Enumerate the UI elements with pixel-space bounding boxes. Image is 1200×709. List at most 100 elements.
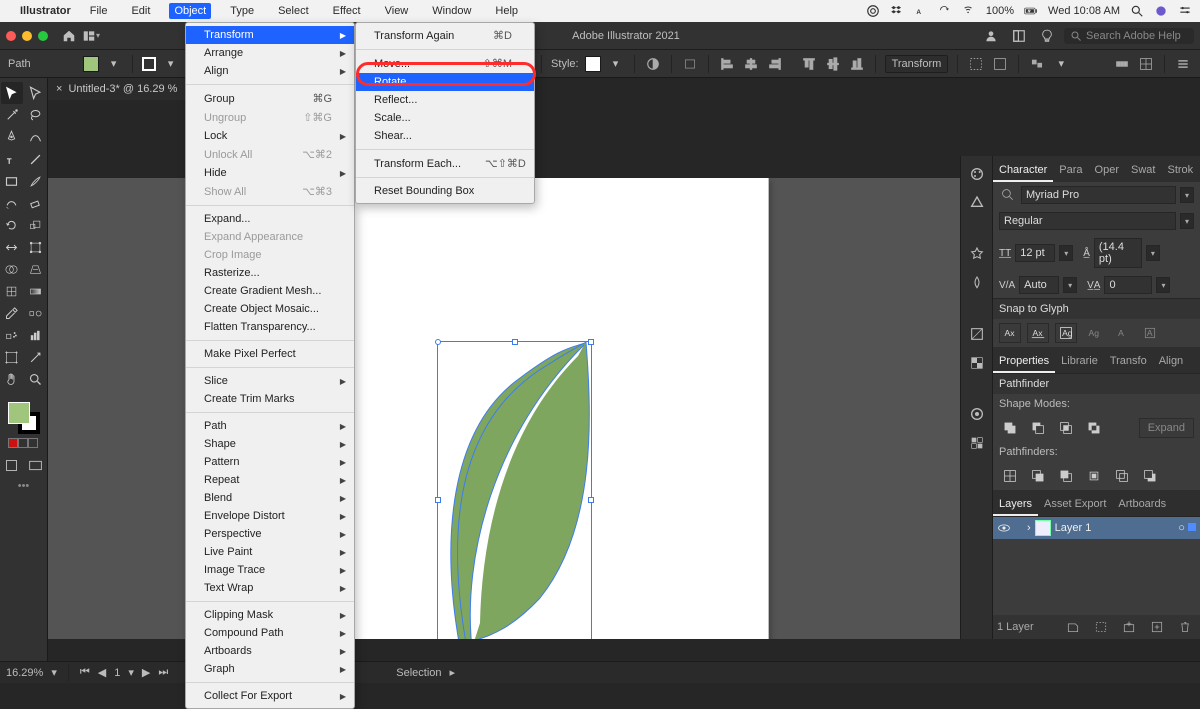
merge-icon[interactable] <box>1055 466 1077 486</box>
menuitem-image-trace[interactable]: Image Trace <box>186 561 354 579</box>
locate-layer-icon[interactable] <box>1062 617 1084 637</box>
tab-properties[interactable]: Properties <box>993 351 1055 373</box>
type-tool[interactable]: T <box>1 148 23 170</box>
menuitem-lock[interactable]: Lock <box>186 127 354 145</box>
zoom-window[interactable] <box>38 31 48 41</box>
panel-menu-icon[interactable] <box>1174 55 1192 73</box>
graphic-styles-panel-icon[interactable] <box>969 435 985 454</box>
menuitem-clipping-mask[interactable]: Clipping Mask <box>186 606 354 624</box>
line-tool[interactable] <box>25 148 47 170</box>
artboard-back[interactable]: ◀ <box>98 666 106 679</box>
hand-tool[interactable] <box>1 368 23 390</box>
menuitem-slice[interactable]: Slice <box>186 372 354 390</box>
tab-asset-export[interactable]: Asset Export <box>1038 494 1112 516</box>
menuitem-move-[interactable]: Move...⇧⌘M <box>356 54 534 73</box>
selection-tool[interactable] <box>1 82 23 104</box>
cc-icon[interactable] <box>866 4 880 18</box>
menuitem-group[interactable]: Group⌘G <box>186 89 354 108</box>
intersect-icon[interactable] <box>1055 418 1077 438</box>
tab-swat[interactable]: Swat <box>1125 160 1161 182</box>
menuitem-create-gradient-mesh-[interactable]: Create Gradient Mesh... <box>186 282 354 300</box>
tab-layers[interactable]: Layers <box>993 494 1038 516</box>
fill-swatch[interactable] <box>83 56 99 72</box>
shaper-tool[interactable] <box>1 192 23 214</box>
menuitem-transform[interactable]: Transform <box>186 26 354 44</box>
align-right-icon[interactable] <box>766 55 784 73</box>
zoom-tool[interactable] <box>25 368 47 390</box>
slice-tool[interactable] <box>25 346 47 368</box>
edit-toolbar[interactable]: ••• <box>18 480 30 492</box>
font-family-dd[interactable] <box>1180 187 1194 203</box>
menuitem-reflect-[interactable]: Reflect... <box>356 91 534 109</box>
artboard-tool[interactable] <box>1 346 23 368</box>
minus-back-icon[interactable] <box>1139 466 1161 486</box>
tab-artboards[interactable]: Artboards <box>1112 494 1172 516</box>
arrange-documents-icon[interactable] <box>1008 26 1030 46</box>
width-tool[interactable] <box>1 236 23 258</box>
new-layer-icon[interactable] <box>1146 617 1168 637</box>
lasso-tool[interactable] <box>25 104 47 126</box>
snap-glyph-bounds-icon[interactable]: Ag <box>1055 323 1077 343</box>
color-panel-icon[interactable] <box>969 166 985 185</box>
tab-para[interactable]: Para <box>1053 160 1088 182</box>
layer-name[interactable]: Layer 1 <box>1055 522 1092 534</box>
select-similar-icon[interactable] <box>1028 55 1046 73</box>
spotlight-icon[interactable] <box>1130 4 1144 18</box>
visibility-toggle[interactable] <box>997 521 1011 535</box>
menuitem-pattern[interactable]: Pattern <box>186 453 354 471</box>
paintbrush-tool[interactable] <box>25 170 47 192</box>
workspace-switcher[interactable]: ▾ <box>80 26 102 46</box>
menu-window[interactable]: Window <box>427 3 476 19</box>
rectangle-tool[interactable] <box>1 170 23 192</box>
rotate-tool[interactable] <box>1 214 23 236</box>
divide-icon[interactable] <box>999 466 1021 486</box>
minimize-window[interactable] <box>22 31 32 41</box>
unite-icon[interactable] <box>999 418 1021 438</box>
home-button[interactable] <box>58 26 80 46</box>
artboard-prev[interactable]: ⏮ <box>80 666 90 679</box>
mesh-tool[interactable] <box>1 280 23 302</box>
snap-angular-icon[interactable]: Ag <box>1083 323 1105 343</box>
sync-icon[interactable] <box>938 4 952 18</box>
tab-align[interactable]: Align <box>1153 351 1189 373</box>
menuitem-make-pixel-perfect[interactable]: Make Pixel Perfect <box>186 345 354 363</box>
hint-icon[interactable] <box>1036 26 1058 46</box>
menuitem-perspective[interactable]: Perspective <box>186 525 354 543</box>
snap-em-icon[interactable]: A <box>1139 323 1161 343</box>
menuitem-arrange[interactable]: Arrange <box>186 44 354 62</box>
align-vcenter-icon[interactable] <box>824 55 842 73</box>
object-menu[interactable]: TransformArrangeAlignGroup⌘GUngroup⇧⌘GLo… <box>185 22 355 709</box>
menuitem-align[interactable]: Align <box>186 62 354 80</box>
align-bottom-icon[interactable] <box>848 55 866 73</box>
color-guide-panel-icon[interactable] <box>969 195 985 214</box>
column-graph-tool[interactable] <box>25 324 47 346</box>
delete-layer-icon[interactable] <box>1174 617 1196 637</box>
wifi-icon[interactable] <box>962 4 976 18</box>
perspective-grid-tool[interactable] <box>25 258 47 280</box>
fill-dropdown[interactable]: ▾ <box>105 55 123 73</box>
menuitem-compound-path[interactable]: Compound Path <box>186 624 354 642</box>
opacity-icon[interactable] <box>644 55 662 73</box>
eyedropper-tool[interactable] <box>1 302 23 324</box>
edit-mask-icon[interactable] <box>991 55 1009 73</box>
transparency-panel-icon[interactable] <box>969 355 985 374</box>
pen-tool[interactable] <box>1 126 23 148</box>
menuitem-rotate-[interactable]: Rotate... <box>356 73 534 91</box>
make-clip-mask-icon[interactable] <box>1090 617 1112 637</box>
snap-proximity-icon[interactable]: A <box>1111 323 1133 343</box>
gradient-panel-icon[interactable] <box>969 326 985 345</box>
menu-object[interactable]: Object <box>169 3 211 19</box>
menuitem-scale-[interactable]: Scale... <box>356 109 534 127</box>
user-icon[interactable] <box>980 26 1002 46</box>
layer-row[interactable]: › Layer 1 ○ <box>993 517 1200 539</box>
menuitem-create-trim-marks[interactable]: Create Trim Marks <box>186 390 354 408</box>
eraser-tool[interactable] <box>25 192 47 214</box>
outline-icon[interactable] <box>1111 466 1133 486</box>
exclude-icon[interactable] <box>1083 418 1105 438</box>
menuitem-create-object-mosaic-[interactable]: Create Object Mosaic... <box>186 300 354 318</box>
menuitem-graph[interactable]: Graph <box>186 660 354 678</box>
menuitem-flatten-transparency-[interactable]: Flatten Transparency... <box>186 318 354 336</box>
leading-field[interactable]: (14.4 pt) <box>1094 238 1142 268</box>
isolate-icon[interactable] <box>967 55 985 73</box>
expand-layer[interactable]: › <box>1027 522 1031 534</box>
